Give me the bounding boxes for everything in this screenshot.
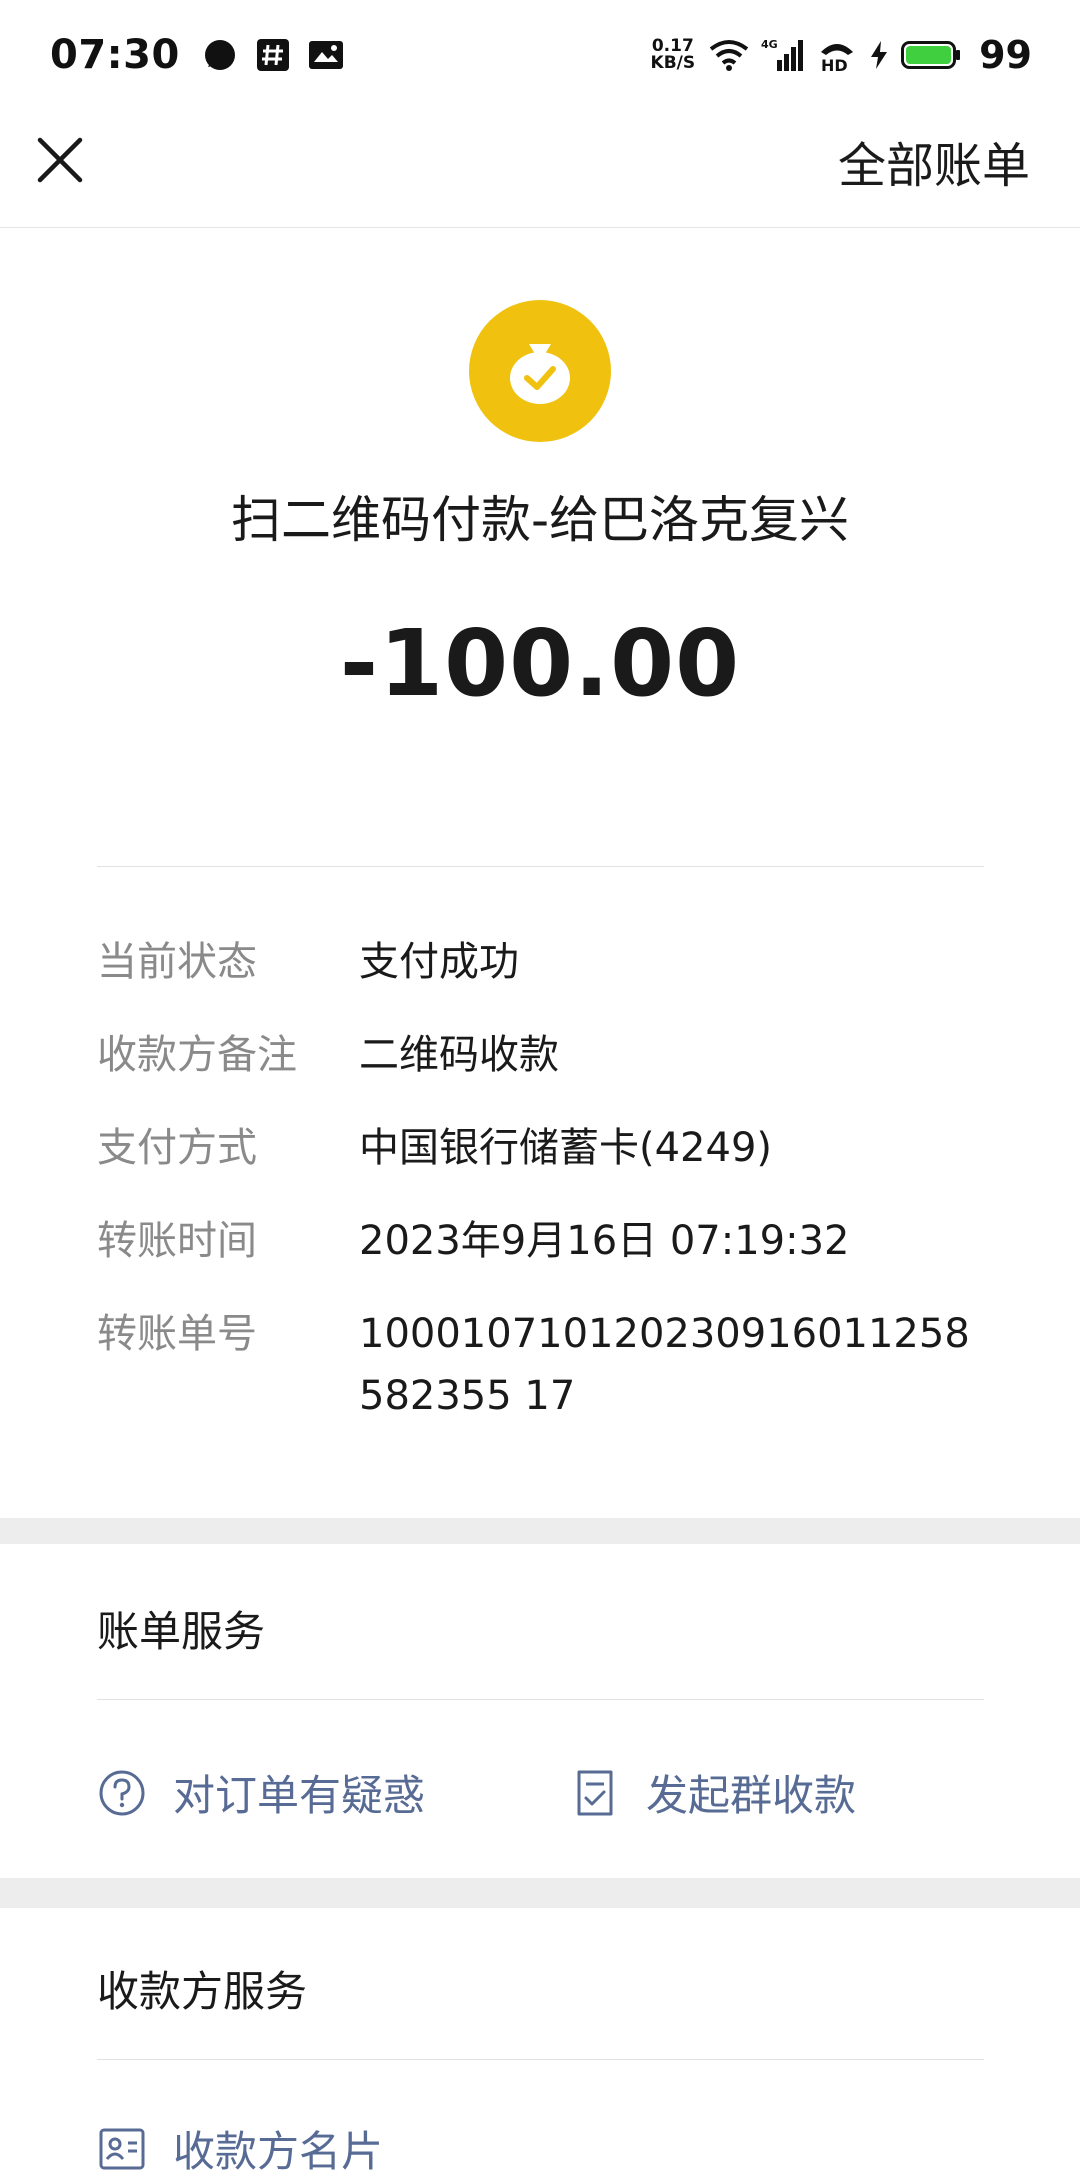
close-button[interactable] bbox=[32, 132, 88, 188]
cellular-signal-icon: 4G bbox=[761, 38, 805, 72]
app-header: 全部账单 bbox=[0, 110, 1080, 228]
group-collect-label: 发起群收款 bbox=[646, 1771, 857, 1820]
order-doubt-label: 对订单有疑惑 bbox=[173, 1771, 426, 1820]
status-time: 07:30 bbox=[50, 32, 180, 78]
detail-row-method: 支付方式 中国银行储蓄卡(4249) bbox=[97, 1125, 984, 1179]
detail-row-order: 转账单号 100010710120230916011258582355 17 bbox=[97, 1311, 984, 1427]
detail-row-remark: 收款方备注 二维码收款 bbox=[97, 1032, 984, 1086]
payment-amount: -100.00 bbox=[339, 610, 741, 717]
all-bills-link[interactable]: 全部账单 bbox=[838, 126, 1030, 196]
payment-method-label: 支付方式 bbox=[97, 1125, 257, 1171]
transfer-time-label: 转账时间 bbox=[97, 1218, 257, 1264]
section-separator bbox=[0, 1518, 1080, 1544]
section-separator bbox=[0, 1878, 1080, 1908]
payee-card-label: 收款方名片 bbox=[173, 2127, 384, 2176]
transfer-time-value: 2023年9月16日 07:19:32 bbox=[359, 1218, 850, 1264]
payment-title: 扫二维码付款-给巴洛克复兴 bbox=[230, 491, 850, 549]
remark-value: 二维码收款 bbox=[359, 1032, 559, 1078]
close-icon bbox=[37, 137, 83, 183]
payee-service-divider bbox=[97, 2059, 984, 2060]
battery-level: 99 bbox=[979, 33, 1032, 77]
network-speed: 0.17 KB/S bbox=[651, 38, 696, 72]
charging-icon bbox=[869, 40, 889, 70]
payee-service-title: 收款方服务 bbox=[97, 1967, 308, 2016]
order-number-label: 转账单号 bbox=[97, 1311, 257, 1357]
question-circle-icon bbox=[97, 1768, 147, 1818]
image-message-icon bbox=[308, 40, 344, 70]
svg-text:HD: HD bbox=[821, 56, 848, 72]
bill-service-title: 账单服务 bbox=[97, 1607, 266, 1656]
status-bar: 07:30 0.17 KB/S 4G HD 99 bbox=[0, 0, 1080, 110]
hashtag-app-icon bbox=[256, 38, 290, 72]
order-doubt-button[interactable]: 对订单有疑惑 bbox=[97, 1762, 425, 1823]
payee-card-button[interactable]: 收款方名片 bbox=[97, 2118, 383, 2179]
document-check-icon bbox=[570, 1768, 620, 1818]
money-bag-icon bbox=[469, 300, 611, 442]
order-number-value[interactable]: 100010710120230916011258582355 17 bbox=[359, 1303, 984, 1427]
group-collect-button[interactable]: 发起群收款 bbox=[570, 1762, 856, 1823]
bill-service-divider bbox=[97, 1699, 984, 1700]
detail-row-status: 当前状态 支付成功 bbox=[97, 939, 984, 993]
status-bar-right: 0.17 KB/S 4G HD 99 bbox=[651, 33, 1032, 77]
battery-icon bbox=[901, 40, 961, 70]
contact-card-icon bbox=[97, 2124, 147, 2174]
network-type-label: 4G bbox=[761, 38, 778, 51]
payment-details: 当前状态 支付成功 收款方备注 二维码收款 支付方式 中国银行储蓄卡(4249)… bbox=[97, 939, 984, 1467]
remark-label: 收款方备注 bbox=[97, 1032, 297, 1078]
status-bar-left: 07:30 bbox=[50, 32, 362, 78]
status-label: 当前状态 bbox=[97, 939, 257, 985]
network-speed-unit: KB/S bbox=[650, 53, 696, 73]
wifi-icon bbox=[709, 39, 749, 71]
detail-row-time: 转账时间 2023年9月16日 07:19:32 bbox=[97, 1218, 984, 1272]
summary-divider bbox=[97, 866, 984, 867]
status-value: 支付成功 bbox=[359, 939, 519, 985]
payment-method-value: 中国银行储蓄卡(4249) bbox=[359, 1125, 773, 1171]
hd-call-icon: HD bbox=[817, 38, 857, 72]
chat-bubble-icon bbox=[202, 37, 238, 73]
